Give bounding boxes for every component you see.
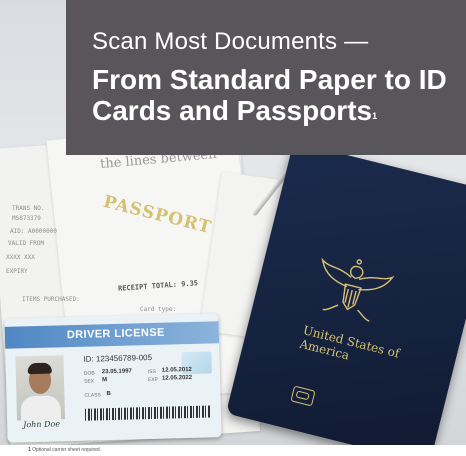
- footnote: 1 Optional carrier sheet required.: [28, 447, 101, 453]
- class-label: CLASS: [84, 392, 101, 399]
- license-title: DRIVER LICENSE: [66, 326, 165, 342]
- receipt-line: Card type:: [140, 306, 177, 313]
- dob-value: 23.05.1997: [101, 368, 132, 376]
- license-id: ID: 123456789-005: [83, 352, 153, 364]
- receipt-line: EXPIRY: [6, 268, 28, 275]
- sex-label: SEX: [84, 378, 95, 385]
- receipt-line: AID: A0000000: [10, 228, 57, 235]
- headline-subtitle: Scan Most Documents —: [92, 28, 369, 55]
- receipt-line: TRANS NO.: [12, 205, 45, 212]
- exp-label: EXP: [147, 376, 159, 384]
- footnote-marker: 1: [372, 111, 378, 121]
- headline-title: From Standard Paper to ID Cards and Pass…: [92, 64, 462, 126]
- receipt-line: MS873379: [12, 215, 41, 222]
- footnote-marker: 1: [28, 447, 31, 453]
- receipt-line: XXXX XXX: [6, 254, 35, 261]
- iss-label: ISS: [147, 368, 156, 376]
- headline-panel: Scan Most Documents — From Standard Pape…: [66, 0, 466, 155]
- license-barcode: [84, 405, 212, 421]
- headline-title-text: From Standard Paper to ID Cards and Pass…: [92, 64, 447, 126]
- sex-value: M: [101, 377, 108, 384]
- receipt-line: VALID FROM: [8, 240, 45, 247]
- exp-value: 12.05.2022: [161, 374, 193, 382]
- license-signature: John Doe: [23, 419, 61, 430]
- receipt-line: ITEMS PURCHASED:: [22, 296, 80, 303]
- class-value: B: [106, 391, 111, 398]
- footnote-text: Optional carrier sheet required.: [32, 447, 102, 453]
- iss-value: 12.05.2012: [161, 366, 192, 374]
- receipt-total-value: 9.35: [180, 279, 199, 289]
- dob-label: DOB: [83, 370, 95, 377]
- license-photo: [15, 355, 66, 421]
- product-photo: the lines between TRANS NO. MS873379 AID…: [0, 0, 466, 445]
- driver-license-card: DRIVER LICENSE ID: 123456789-005 DOB 23.…: [4, 313, 222, 443]
